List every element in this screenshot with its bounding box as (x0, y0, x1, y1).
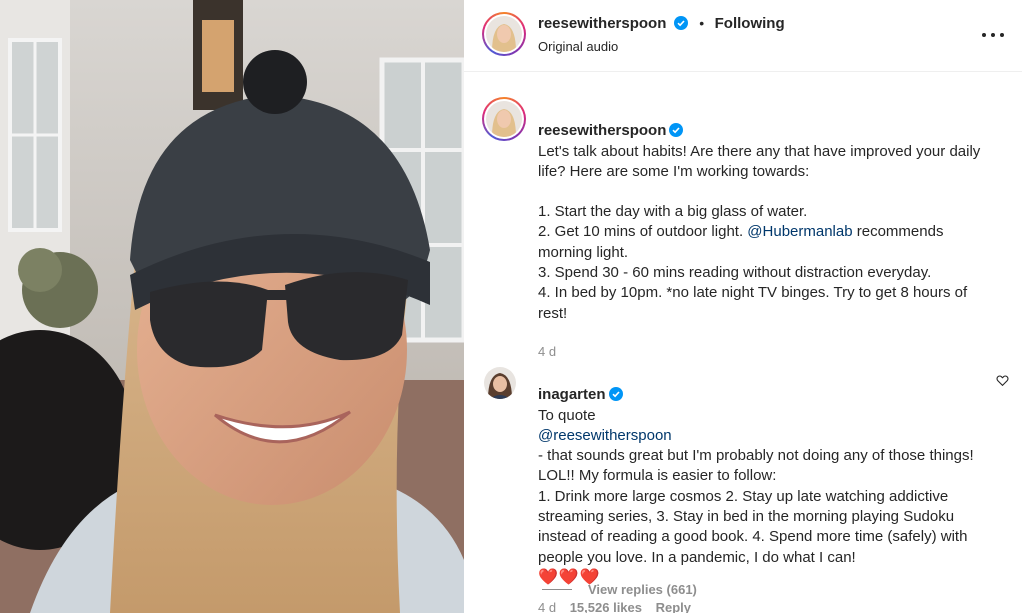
view-replies-button[interactable]: View replies (661) (542, 582, 697, 597)
caption-item-2-text: 2. Get 10 mins of outdoor light. (538, 223, 744, 241)
author-avatar-image (486, 16, 522, 52)
caption-timestamp[interactable]: 4 d (538, 344, 996, 359)
view-replies-label: View replies (661) (588, 582, 697, 597)
post-details-panel: reesewitherspoon • Following Original au… (464, 0, 1022, 613)
comment-timestamp[interactable]: 4 d (538, 600, 556, 613)
caption-avatar[interactable] (482, 97, 526, 141)
post-video[interactable] (0, 0, 464, 613)
author-avatar[interactable] (482, 12, 526, 56)
view-replies-line (542, 589, 572, 590)
caption-item-4: 4. In bed by 10pm. *no late night TV bin… (538, 284, 968, 322)
caption: reesewitherspoon Let's talk about habits… (538, 101, 996, 359)
commenter-avatar[interactable] (484, 367, 516, 399)
audio-label[interactable]: Original audio (538, 39, 618, 54)
caption-item-3: 3. Spend 30 - 60 mins reading without di… (538, 264, 932, 282)
verified-badge-icon (608, 387, 623, 402)
caption-intro: Let's talk about habits! Are there any t… (538, 142, 981, 180)
comment-body: - that sounds great but I'm probably not… (538, 447, 974, 566)
caption-item-1: 1. Start the day with a big glass of wat… (538, 203, 808, 221)
mention-reesewitherspoon[interactable]: @reesewitherspoon (538, 427, 672, 444)
author-username[interactable]: reesewitherspoon (538, 15, 666, 32)
comment-username[interactable]: inagarten (538, 386, 606, 403)
more-options-button[interactable] (982, 24, 1004, 46)
mention-hubermanlab[interactable]: @Hubermanlab (747, 223, 852, 240)
comment-likes[interactable]: 15,526 likes (570, 600, 642, 613)
separator-dot: • (699, 15, 705, 31)
following-button[interactable]: Following (715, 15, 785, 32)
caption-username[interactable]: reesewitherspoon (538, 122, 666, 139)
video-frame-illustration (0, 0, 464, 613)
post-header: reesewitherspoon • Following Original au… (464, 0, 1022, 72)
comment: inagarten To quote @reesewitherspoon - t… (538, 365, 988, 613)
comment-prefix: To quote (538, 406, 596, 424)
commenter-avatar-image (484, 367, 516, 399)
heart-outline-icon[interactable] (996, 374, 1009, 387)
comment-meta: 4 d 15,526 likes Reply (538, 600, 988, 613)
verified-badge-icon (673, 16, 688, 30)
verified-badge-icon (669, 123, 684, 138)
caption-avatar-image (486, 101, 522, 137)
reply-button[interactable]: Reply (656, 600, 691, 613)
caption-item-2: 2. Get 10 mins of outdoor light. @Huberm… (538, 222, 996, 263)
more-horizontal-icon (982, 33, 986, 37)
